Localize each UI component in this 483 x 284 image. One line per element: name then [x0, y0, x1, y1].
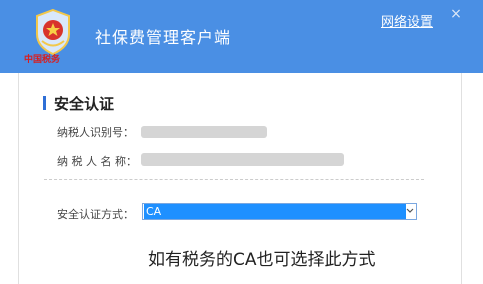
network-settings-link[interactable]: 网络设置: [381, 11, 433, 30]
taxpayer-id-label: 纳税人识别号：: [57, 126, 134, 139]
app-title: 社保费管理客户端: [95, 28, 232, 47]
section-title: 安全认证: [54, 95, 115, 113]
annotation-note: 如有税务的CA也可选择此方式: [148, 250, 376, 270]
auth-method-selected-value[interactable]: CA: [144, 204, 406, 219]
close-icon[interactable]: ×: [449, 7, 463, 21]
logo-subtext: 中国税务: [24, 55, 61, 65]
auth-method-label: 安全认证方式：: [57, 208, 134, 221]
section-marker: [43, 96, 46, 110]
auth-method-select[interactable]: CA: [142, 203, 417, 220]
taxpayer-name-value-redacted: [141, 153, 344, 166]
chevron-down-icon[interactable]: [404, 203, 416, 218]
divider: [44, 179, 424, 180]
taxpayer-name-label: 纳 税 人 名 称：: [57, 155, 137, 168]
taxpayer-id-value-redacted: [141, 126, 267, 138]
